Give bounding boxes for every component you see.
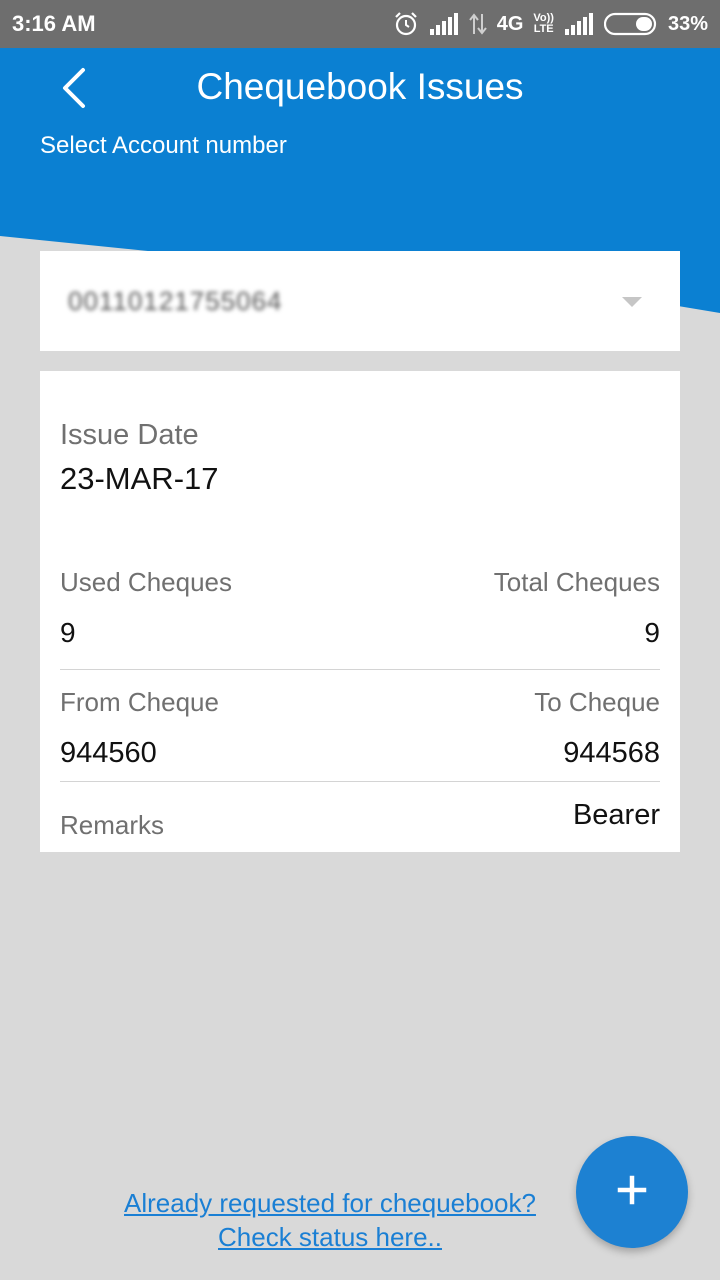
- from-cheque-value: 944560: [60, 737, 157, 769]
- divider: [60, 781, 660, 782]
- select-account-label: Select Account number: [40, 132, 287, 159]
- alarm-icon: [393, 11, 419, 37]
- network-type: 4G: [496, 12, 524, 35]
- issue-date-value: 23-MAR-17: [60, 461, 219, 496]
- account-number-value: 00110121755064: [68, 285, 283, 316]
- remarks-value: Bearer: [572, 799, 660, 831]
- status-bar: 3:16 AM 4G Vo)) LTE 33%: [0, 0, 720, 48]
- total-cheques-label: Total Cheques: [493, 567, 660, 597]
- check-status-link-line2: Check status here..: [218, 1222, 442, 1252]
- signal-icon: [564, 13, 594, 35]
- volte-bottom: LTE: [533, 23, 554, 35]
- check-status-link[interactable]: Already requested for chequebook? Check …: [60, 1186, 600, 1254]
- battery-level: 33%: [667, 12, 708, 35]
- total-cheques-value: 9: [644, 617, 660, 648]
- account-number-dropdown[interactable]: 00110121755064: [40, 251, 680, 351]
- chequebook-details-card: Issue Date 23-MAR-17 Used Cheques Total …: [40, 371, 680, 852]
- status-time: 3:16 AM: [12, 11, 96, 36]
- to-cheque-label: To Cheque: [534, 687, 660, 717]
- page-title: Chequebook Issues: [196, 66, 524, 107]
- issue-date-label: Issue Date: [60, 419, 199, 451]
- battery-icon: [603, 12, 658, 36]
- remarks-label: Remarks: [60, 810, 165, 840]
- data-arrows-icon: [468, 12, 487, 36]
- used-cheques-label: Used Cheques: [60, 567, 232, 597]
- signal-icon: [429, 13, 459, 35]
- add-chequebook-request-button[interactable]: [576, 1136, 688, 1248]
- status-icons: 4G Vo)) LTE 33%: [393, 11, 708, 37]
- check-status-link-line1: Already requested for chequebook?: [124, 1188, 536, 1218]
- to-cheque-value: 944568: [563, 737, 660, 769]
- caret-down-icon: [622, 297, 642, 307]
- used-cheques-value: 9: [60, 617, 76, 648]
- from-cheque-label: From Cheque: [60, 687, 219, 717]
- volte-icon: Vo)) LTE: [533, 13, 554, 35]
- divider: [60, 669, 660, 670]
- plus-icon: [617, 1175, 647, 1210]
